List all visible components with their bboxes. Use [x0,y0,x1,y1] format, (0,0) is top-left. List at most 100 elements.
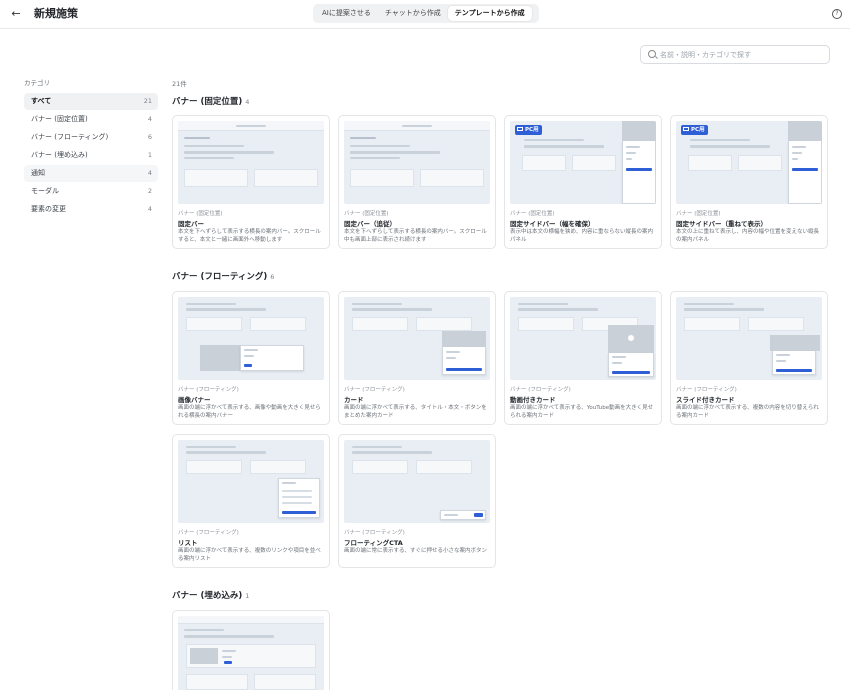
template-card-slide-card[interactable]: バナー (フローティング) スライド付きカード 画面の端に浮かべて表示する、複数… [670,291,828,425]
card-name: 動画付きカード [510,396,556,404]
card-description: 画面の端に浮かべて表示する、タイトル・本文・ボタンをまとめた案内カード [344,405,487,419]
card-category: バナー (フローティング) [344,530,405,536]
category-sidebar: カテゴリ すべて 21 バナー (固定位置) 4 バナー (フローティング) 6… [24,78,158,219]
card-category: バナー (固定位置) [178,211,223,217]
section-title-banner-fixed: バナー (固定位置) 4 [172,96,249,108]
template-preview [178,297,324,380]
template-card-fixed-bar[interactable]: バナー (固定位置) 固定バー 本文を下へずらして表示する横長の案内バー。スクロ… [172,115,330,249]
section-title-label: バナー (埋め込み) [172,591,243,601]
card-category: バナー (フローティング) [510,387,571,393]
card-category: バナー (フローティング) [676,387,737,393]
card-description: 画面の端に浮かべて表示する、複数のリンクや項目を並べる案内リスト [178,548,321,562]
template-card-list[interactable]: バナー (フローティング) リスト 画面の端に浮かべて表示する、複数のリンクや項… [172,434,330,568]
monitor-icon [517,127,523,131]
template-preview [178,121,324,204]
sidebar-item-label: バナー (埋め込み) [31,151,88,159]
top-bar: ← 新規施策 AIに提案させる チャットから作成 テンプレートから作成 ? [0,0,850,29]
sidebar-item-label: 通知 [31,169,45,177]
sidebar-item-banner-embedded[interactable]: バナー (埋め込み) 1 [24,147,158,164]
card-name: カード [344,396,364,404]
template-preview [344,440,490,523]
template-preview [178,616,324,690]
template-preview [510,297,656,380]
card-description: 画面の端に浮かべて表示する、画像や動画を大きく見せられる横長の案内バナー [178,405,321,419]
template-preview: PC用 [510,121,656,204]
help-icon[interactable]: ? [832,9,842,19]
search-input[interactable] [660,48,825,61]
sidebar-item-count: 6 [147,133,152,141]
template-preview: PC用 [676,121,822,204]
search-icon [648,50,656,58]
section-count: 6 [270,273,275,281]
sidebar-item-label: バナー (フローティング) [31,133,109,141]
card-name: 画像バナー [178,396,211,404]
section-title-banner-embedded: バナー (埋め込み) 1 [172,590,249,602]
back-arrow-icon[interactable]: ← [9,7,23,21]
sidebar-item-count: 2 [147,187,152,195]
template-card-fixed-sidebar-reserve[interactable]: PC用 バナー (固定位置) 固定サイドバー（幅を確保） 表示中は本文の横幅を狭… [504,115,662,249]
result-count: 21件 [172,80,187,88]
template-preview [344,297,490,380]
pc-only-badge: PC用 [515,125,542,135]
section-count: 4 [245,98,250,106]
card-category: バナー (フローティング) [178,530,239,536]
sidebar-item-modal[interactable]: モーダル 2 [24,183,158,200]
section-count: 1 [245,592,250,600]
template-card-fixed-bar-follow[interactable]: バナー (固定位置) 固定バー（追従） 本文を下へずらして表示する横長の案内バー… [338,115,496,249]
template-preview [676,297,822,380]
sidebar-item-banner-fixed[interactable]: バナー (固定位置) 4 [24,111,158,128]
template-card-floating-cta[interactable]: バナー (フローティング) フローティングCTA 画面の端に常に表示する、すぐに… [338,434,496,568]
section-title-banner-floating: バナー (フローティング) 6 [172,271,274,283]
card-name: 固定バー [178,220,204,228]
card-category: バナー (フローティング) [178,387,239,393]
template-card-card[interactable]: バナー (フローティング) カード 画面の端に浮かべて表示する、タイトル・本文・… [338,291,496,425]
play-icon [628,335,634,341]
card-name: 固定バー（追従） [344,220,396,228]
section-title-label: バナー (フローティング) [172,272,268,282]
card-name: 固定サイドバー（重ねて表示） [676,220,767,228]
sidebar-item-label: バナー (固定位置) [31,115,88,123]
sidebar-item-banner-floating[interactable]: バナー (フローティング) 6 [24,129,158,146]
card-category: バナー (固定位置) [344,211,389,217]
template-preview [344,121,490,204]
template-card-fixed-sidebar-overlay[interactable]: PC用 バナー (固定位置) 固定サイドバー（重ねて表示） 本文の上に重ねて表示… [670,115,828,249]
pc-only-badge: PC用 [681,125,708,135]
card-category: バナー (固定位置) [676,211,721,217]
monitor-icon [683,127,689,131]
card-name: 固定サイドバー（幅を確保） [510,220,595,228]
card-description: 本文を下へずらして表示する横長の案内バー。スクロール中も画面上部に表示され続けま… [344,229,487,243]
template-search [640,45,830,64]
sidebar-item-count: 4 [147,169,152,177]
card-category: バナー (フローティング) [344,387,405,393]
card-description: 本文の上に重ねて表示し、内容の幅や位置を変えない縦長の案内パネル [676,229,820,243]
card-name: フローティングCTA [344,539,403,547]
sidebar-item-all[interactable]: すべて 21 [24,93,158,110]
section-title-label: バナー (固定位置) [172,97,243,107]
tab-chat-create[interactable]: チャットから作成 [378,6,448,21]
tab-template-create[interactable]: テンプレートから作成 [447,6,532,21]
template-card-embedded-banner[interactable] [172,610,330,690]
card-description: 画面の端に浮かべて表示する、YouTube動画を大きく見せられる案内カード [510,405,654,419]
sidebar-item-label: すべて [31,97,52,105]
sidebar-item-count: 21 [143,97,152,105]
card-name: リスト [178,539,198,547]
sidebar-item-count: 4 [147,205,152,213]
card-description: 本文を下へずらして表示する横長の案内バー。スクロールすると、本文と一緒に画面外へ… [178,229,321,243]
creation-mode-tabs: AIに提案させる チャットから作成 テンプレートから作成 [313,4,539,23]
card-name: スライド付きカード [676,396,735,404]
badge-label: PC用 [691,127,705,133]
sidebar-item-notification[interactable]: 通知 4 [24,165,158,182]
card-description: 画面の端に常に表示する、すぐに押せる小さな案内ボタン [344,548,488,554]
tab-ai-suggest[interactable]: AIに提案させる [315,6,378,21]
page-title: 新規施策 [34,7,78,20]
sidebar-item-label: モーダル [31,187,59,195]
badge-label: PC用 [525,127,539,133]
sidebar-item-count: 4 [147,115,152,123]
card-category: バナー (固定位置) [510,211,555,217]
template-card-video-card[interactable]: バナー (フローティング) 動画付きカード 画面の端に浮かべて表示する、YouT… [504,291,662,425]
template-preview [178,440,324,523]
template-card-image-banner[interactable]: バナー (フローティング) 画像バナー 画面の端に浮かべて表示する、画像や動画を… [172,291,330,425]
card-description: 画面の端に浮かべて表示する、複数の内容を切り替えられる案内カード [676,405,819,419]
sidebar-item-element-change[interactable]: 要素の変更 4 [24,201,158,218]
sidebar-item-count: 1 [147,151,152,159]
